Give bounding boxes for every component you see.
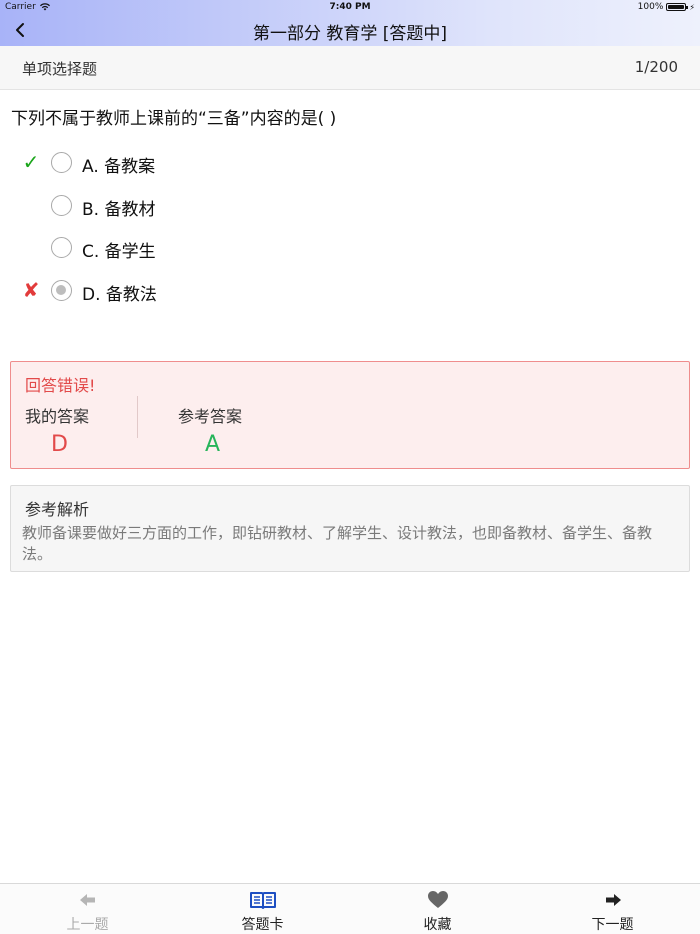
option-label: C. 备学生 [82, 242, 156, 262]
arrow-left-icon [79, 894, 95, 906]
result-headline: 回答错误! [25, 376, 96, 395]
arrow-right-icon [605, 894, 621, 906]
radio-button[interactable] [51, 195, 72, 216]
tab-next-question[interactable]: 下一题 [525, 884, 700, 934]
status-bar: Carrier 7:40 PM 100% ⚡ [0, 0, 700, 14]
nav-bar: 第一部分 教育学 [答题中] [0, 14, 700, 46]
answer-result-panel: 回答错误! 我的答案 D 参考答案 A [10, 361, 690, 469]
tab-answer-card[interactable]: 答题卡 [175, 884, 350, 934]
analysis-text: 教师备课要做好三方面的工作，即钻研教材、了解学生、设计教法，也即备教材、备学生、… [22, 524, 653, 563]
option-label: B. 备教材 [82, 200, 156, 220]
correct-mark-icon: ✓ [22, 150, 40, 174]
wrong-mark-icon: ✘ [22, 278, 40, 302]
tab-label: 上一题 [66, 917, 109, 933]
option-d[interactable]: ✘ D. 备教法 [0, 273, 400, 307]
battery-icon [666, 3, 689, 11]
question-progress: 1/200 [634, 58, 678, 76]
reference-answer-label: 参考答案 [178, 407, 243, 426]
charging-icon: ⚡ [689, 2, 695, 12]
tab-previous-question[interactable]: 上一题 [0, 884, 175, 934]
option-label: D. 备教法 [82, 285, 157, 305]
analysis-title: 参考解析 [25, 500, 90, 519]
question-text: 下列不属于教师上课前的“三备”内容的是( ) [11, 109, 337, 129]
option-a[interactable]: ✓ A. 备教案 [0, 145, 400, 179]
tab-favorite[interactable]: 收藏 [350, 884, 525, 934]
question-header: 单项选择题 1/200 [0, 46, 700, 90]
option-c[interactable]: C. 备学生 [0, 230, 400, 264]
book-icon [249, 892, 276, 909]
tab-label: 下一题 [591, 917, 634, 933]
tab-label: 收藏 [423, 917, 452, 933]
tab-label: 答题卡 [241, 917, 284, 933]
option-b[interactable]: B. 备教材 [0, 188, 400, 222]
page-title: 第一部分 教育学 [答题中] [252, 24, 448, 44]
my-answer-label: 我的答案 [25, 407, 90, 426]
my-answer-value: D [51, 432, 68, 457]
radio-button[interactable] [51, 152, 72, 173]
top-bar: Carrier 7:40 PM 100% ⚡ 第一部分 教育学 [答题中] [0, 0, 700, 46]
option-label: A. 备教案 [82, 157, 156, 177]
battery-percent: 100% [637, 2, 664, 12]
heart-icon [427, 891, 448, 908]
reference-answer-value: A [205, 432, 221, 457]
tab-bar: 上一题 答题卡 收藏 下一题 [0, 883, 700, 934]
status-time: 7:40 PM [329, 2, 371, 12]
analysis-panel: 参考解析 教师备课要做好三方面的工作，即钻研教材、了解学生、设计教法，也即备教材… [10, 485, 690, 572]
question-type: 单项选择题 [22, 60, 98, 78]
divider [137, 396, 138, 438]
radio-button[interactable] [51, 237, 72, 258]
radio-button-selected[interactable] [51, 280, 72, 301]
